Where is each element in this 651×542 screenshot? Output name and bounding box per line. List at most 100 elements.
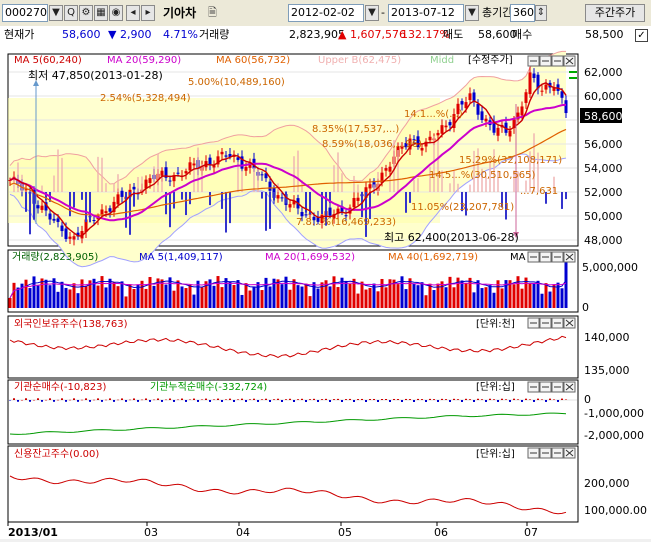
eye-icon[interactable]: ◉	[109, 5, 123, 21]
institution-bar	[257, 400, 259, 402]
volume-bar	[200, 287, 204, 308]
volume-label: 거래량	[199, 28, 230, 41]
institution-bar	[133, 398, 135, 400]
volume-bar	[120, 281, 124, 308]
fib-label: ...7,631	[520, 186, 558, 197]
candle-body	[144, 179, 148, 189]
spinner-icon[interactable]: ⇕	[535, 5, 547, 21]
candle-body	[108, 208, 112, 212]
option-checkbox[interactable]: ✓	[635, 29, 648, 42]
volume-bar	[544, 283, 548, 308]
candle-body	[528, 72, 532, 95]
calendar-dropdown-icon[interactable]: ▼	[465, 5, 479, 21]
volume-bar	[520, 288, 524, 308]
flow-bar	[405, 192, 407, 213]
institution-bar	[329, 400, 331, 402]
candle-body	[188, 162, 192, 171]
start-date-input[interactable]: 2012-02-02	[288, 4, 364, 22]
institution-bar	[265, 398, 267, 400]
flow-bar	[97, 156, 99, 192]
gear-icon[interactable]: ⚙	[79, 5, 93, 21]
volume-bar	[264, 277, 268, 308]
search-icon[interactable]: Q	[64, 5, 78, 21]
institution-bar	[105, 399, 107, 401]
institution-bar	[217, 398, 219, 400]
flow-bar	[137, 177, 139, 192]
flow-bar	[81, 192, 83, 200]
volume-bar	[420, 282, 424, 308]
volume-bar	[548, 291, 552, 308]
weekly-price-button[interactable]: 주간주가	[585, 4, 645, 22]
institution-bar	[53, 400, 55, 402]
flow-bar	[229, 192, 231, 224]
chart-area: MA 5(60,240) MA 20(59,290) MA 60(56,732)…	[0, 44, 651, 539]
institution-bar	[345, 399, 347, 400]
y-tick: 62,000	[584, 66, 623, 79]
institution-bar	[61, 398, 63, 400]
grid-icon[interactable]: ▦	[94, 5, 108, 21]
institution-bar	[205, 398, 207, 400]
volume-bar	[128, 284, 132, 308]
flow-bar	[29, 192, 31, 235]
volume-bar	[180, 286, 184, 308]
volume-bar	[472, 292, 476, 308]
candle-body	[300, 211, 304, 217]
institution-bar	[237, 399, 239, 400]
institution-bar	[109, 398, 111, 400]
candle-body	[40, 205, 44, 210]
flow-bar	[105, 183, 107, 192]
institution-bar	[273, 399, 275, 400]
institution-bar	[225, 399, 227, 400]
volume-bar	[84, 286, 88, 308]
institution-bar	[397, 399, 399, 400]
institution-bar	[153, 399, 155, 401]
next-arrow-icon[interactable]: ▸	[141, 5, 155, 21]
candle-body	[472, 92, 476, 101]
dropdown-arrow-icon[interactable]: ▼	[49, 5, 63, 21]
volume-bar	[524, 277, 528, 308]
flow-bar	[101, 157, 103, 192]
volume-bar	[188, 284, 192, 308]
end-date-input[interactable]: 2013-07-12	[388, 4, 464, 22]
institution-bar	[317, 400, 319, 402]
candle-body	[448, 122, 452, 126]
volume-bar	[444, 287, 448, 308]
institution-bar	[169, 398, 171, 400]
institution-bar	[181, 398, 183, 400]
volume-bar	[248, 290, 252, 308]
volume-bar	[132, 288, 136, 308]
volume-bar	[12, 282, 16, 308]
volume-bar	[424, 295, 428, 308]
institution-bar	[501, 398, 503, 400]
candle-body	[540, 90, 544, 92]
stock-code-input[interactable]: 000270	[2, 4, 48, 22]
flow-bar	[17, 162, 19, 192]
institution-bar	[165, 399, 167, 401]
flow-bar	[389, 176, 391, 192]
institution-bar	[537, 398, 539, 400]
candle-body	[440, 125, 444, 134]
flow-bar	[457, 183, 459, 192]
calendar-dropdown-icon[interactable]: ▼	[365, 5, 379, 21]
memo-icon[interactable]: 🗎	[208, 6, 217, 20]
fib-label: 2.54%(5,328,494)	[100, 93, 191, 104]
prev-arrow-icon[interactable]: ◂	[126, 5, 140, 21]
institution-bar	[357, 399, 359, 400]
institution-bar	[469, 399, 471, 400]
flow-bar	[73, 192, 75, 208]
legend-volume-ma: MA	[510, 252, 526, 263]
institution-bar	[49, 398, 51, 400]
volume-bar	[376, 291, 380, 308]
candle-body	[564, 100, 568, 114]
volume-bar	[136, 284, 140, 308]
volume-bar	[344, 280, 348, 308]
institution-bar	[253, 398, 255, 400]
volume-bar	[60, 281, 64, 308]
candle-body	[192, 163, 196, 166]
candle-body	[148, 178, 152, 183]
institution-bar	[141, 399, 143, 401]
chart-svg: MA 5(60,240) MA 20(59,290) MA 60(56,732)…	[7, 50, 647, 539]
institution-bar	[417, 398, 419, 400]
period-input[interactable]: 360	[510, 4, 535, 22]
institution-bar	[525, 398, 527, 400]
